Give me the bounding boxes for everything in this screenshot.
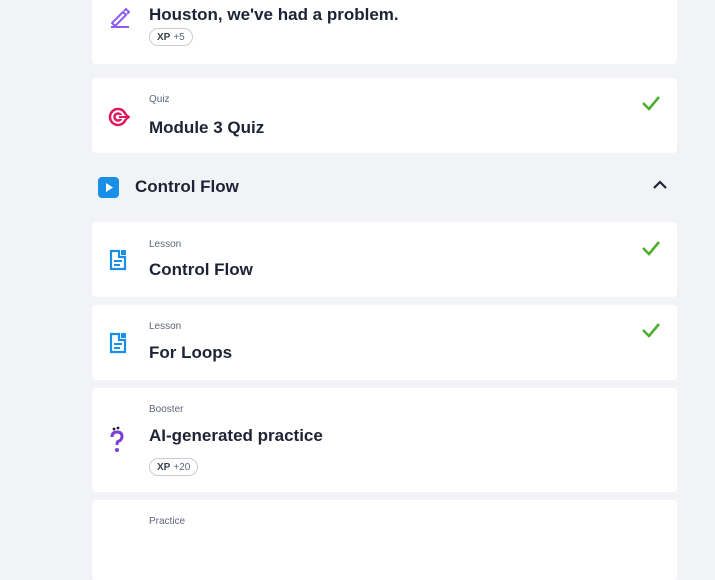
activity-title: Module 3 Quiz	[149, 118, 265, 137]
pencil-icon	[108, 6, 132, 33]
xp-label: XP	[157, 31, 171, 43]
xp-badge: XP +5	[149, 28, 193, 46]
lesson-doc-icon	[108, 249, 128, 276]
activity-type: Lesson	[149, 239, 182, 250]
activity-type: Quiz	[149, 94, 170, 105]
activity-title: Control Flow	[149, 260, 253, 279]
section-header-control-flow[interactable]: Control Flow	[92, 169, 677, 205]
activity-title: Houston, we've had a problem.	[149, 5, 399, 24]
checkmark-icon	[641, 240, 661, 261]
activity-card-for-loops[interactable]: Lesson For Loops	[92, 305, 677, 380]
activity-type: Practice	[149, 516, 186, 527]
lesson-doc-icon	[108, 332, 128, 359]
activity-card-houston[interactable]: Houston, we've had a problem. XP +5	[92, 0, 677, 64]
checkmark-icon	[641, 95, 661, 116]
xp-badge: XP +20	[149, 458, 199, 476]
xp-value: +20	[173, 461, 191, 473]
activity-card-ai-practice[interactable]: Booster AI-generated practice XP +20	[92, 388, 677, 492]
activity-card-module-3-quiz[interactable]: Quiz Module 3 Quiz	[92, 78, 677, 153]
play-icon	[98, 177, 119, 198]
section-title: Control Flow	[135, 177, 239, 196]
activity-type: Booster	[149, 404, 184, 415]
activity-title: AI-generated practice	[149, 426, 323, 445]
activity-title: For Loops	[149, 343, 233, 362]
chevron-up-icon[interactable]	[651, 178, 669, 197]
activity-type: Lesson	[149, 321, 182, 332]
xp-label: XP	[157, 461, 171, 473]
activity-card-practice[interactable]: Practice	[92, 500, 677, 580]
checkmark-icon	[641, 322, 661, 343]
target-icon	[108, 107, 131, 132]
booster-question-icon	[108, 426, 126, 461]
xp-value: +5	[173, 31, 185, 43]
activity-card-control-flow[interactable]: Lesson Control Flow	[92, 222, 677, 297]
